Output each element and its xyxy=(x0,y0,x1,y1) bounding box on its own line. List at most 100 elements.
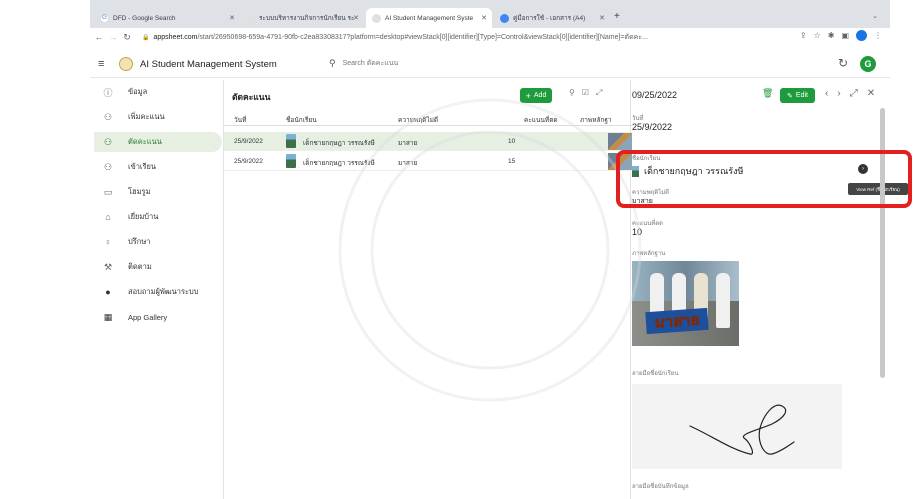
sidebar: ⓘ ข้อมูล ⚇ เพิ่มคะแนน ⚇ ตัดคะแนน ⚇ เข้าเ… xyxy=(90,79,222,499)
browser-tab-active[interactable]: AI Student Management Syste ✕ xyxy=(366,8,492,28)
close-icon[interactable]: ✕ xyxy=(353,14,359,22)
browser-toolbar: ← → ↻ 🔒 appsheet.com/start/26950698-659a… xyxy=(90,28,890,46)
student-photo xyxy=(286,134,296,148)
field-value-date: 25/9/2022 xyxy=(632,122,673,132)
highlight-annotation xyxy=(616,150,912,208)
extensions-icon[interactable]: ✱ xyxy=(828,31,835,40)
share-icon[interactable]: ⇪ xyxy=(800,31,807,40)
field-label: ลายมือชื่อนักเรียน xyxy=(632,371,679,377)
cell-behavior: มาสาย xyxy=(398,140,418,147)
bookmark-star-icon[interactable]: ☆ xyxy=(814,31,821,40)
cell-date: 25/9/2022 xyxy=(234,158,263,165)
tab-search-icon[interactable]: ▣ xyxy=(841,31,849,40)
scrollbar[interactable] xyxy=(880,108,885,378)
appsheet-icon xyxy=(372,13,381,23)
toolbar-actions: ⇪ ☆ ✱ ▣ ⋮ xyxy=(800,30,882,41)
column-header[interactable]: ภาพหลักฐา xyxy=(580,115,612,125)
info-circle-icon: ⓘ xyxy=(103,87,113,98)
sidebar-item-consult[interactable]: ♀ ปรึกษา xyxy=(94,232,222,252)
table-header: วันที่ ชื่อนักเรียน ความพฤติไม่ดี คะแนนท… xyxy=(224,112,632,126)
tab-title: ระบบบริหารงานกิจการนักเรียน ระ xyxy=(259,15,355,22)
person-add-icon: ⚇ xyxy=(103,111,113,122)
sidebar-item-label: ตัดคะแนน xyxy=(128,137,162,146)
chevron-right-icon[interactable]: › xyxy=(837,88,840,99)
url-path: /start/26950698-659a-4791-90fb-c2ea83308… xyxy=(197,33,648,41)
search-input[interactable]: ⚲ Search ตัดคะแนน xyxy=(329,58,398,69)
tab-title: DFD - Google Search xyxy=(113,14,176,22)
column-header[interactable]: ชื่อนักเรียน xyxy=(286,115,317,125)
sidebar-item-label: เยี่ยมบ้าน xyxy=(128,212,159,221)
more-menu-icon[interactable]: ⋮ xyxy=(874,31,882,40)
sidebar-item-label: เข้าเรียน xyxy=(128,162,157,171)
sidebar-item-home-visit[interactable]: ⌂ เยี่ยมบ้าน xyxy=(94,207,222,227)
tab-strip: G DFD - Google Search ✕ ระบบบริหารงานกิจ… xyxy=(90,0,890,28)
reload-icon[interactable]: ↻ xyxy=(120,32,134,43)
app-logo xyxy=(119,57,133,71)
sidebar-item-label: App Gallery xyxy=(128,312,168,322)
view-title: ตัดคะแนน xyxy=(232,92,271,102)
table-row[interactable]: 25/9/2022 เด็กชายกฤษฎา วรรณรังษี มาสาย 1… xyxy=(224,152,632,171)
browser-tab[interactable]: คู่มือการใช้ - เอกสาร (A4) ✕ xyxy=(494,8,610,28)
photo-caption-banner: มาสาย xyxy=(645,307,709,335)
browser-tab[interactable]: ระบบบริหารงานกิจการนักเรียน ระ ✕ xyxy=(240,8,364,28)
evidence-photo[interactable]: มาสาย xyxy=(632,261,739,346)
detail-nav: ‹ › ⤢ ✕ xyxy=(825,88,875,99)
forward-icon[interactable]: → xyxy=(106,32,120,42)
sidebar-item-contact-developer[interactable]: ● สอบถามผู้พัฒนาระบบ xyxy=(94,282,222,302)
sidebar-item-add-points[interactable]: ⚇ เพิ่มคะแนน xyxy=(94,107,222,127)
sidebar-item-info[interactable]: ⓘ ข้อมูล xyxy=(94,82,222,102)
classroom-icon: ▭ xyxy=(103,186,113,197)
close-icon[interactable]: ✕ xyxy=(481,14,487,22)
column-header[interactable]: วันที่ xyxy=(234,115,246,125)
address-bar[interactable]: 🔒 appsheet.com/start/26950698-659a-4791-… xyxy=(142,28,648,46)
evidence-thumbnail xyxy=(608,133,632,150)
edit-button[interactable]: ✎ Edit xyxy=(780,88,815,103)
follow-icon: ⚒ xyxy=(103,261,113,272)
chevron-left-icon[interactable]: ‹ xyxy=(825,88,828,99)
cell-behavior: มาสาย xyxy=(398,160,418,167)
google-icon: G xyxy=(100,13,109,23)
sidebar-item-app-gallery[interactable]: ▦ App Gallery xyxy=(94,307,222,327)
cell-student: เด็กชายกฤษฎา วรรณรังษี xyxy=(303,160,375,167)
grid-icon: ▦ xyxy=(103,311,113,322)
student-signature[interactable] xyxy=(632,384,842,469)
column-header[interactable]: คะแนนที่ตด xyxy=(524,115,558,125)
detail-title: 09/25/2022 xyxy=(632,90,678,100)
tab-title: AI Student Management Syste xyxy=(385,14,474,22)
search-placeholder: Search ตัดคะแนน xyxy=(342,60,399,67)
avatar[interactable]: G xyxy=(860,56,876,72)
view-actions: ⚲ ☑ ⤢ xyxy=(569,88,602,98)
table-row[interactable]: 25/9/2022 เด็กชายกฤษฎา วรรณรังษี มาสาย 1… xyxy=(224,132,632,151)
sidebar-item-label: ข้อมูล xyxy=(128,87,148,96)
sidebar-item-deduct-points[interactable]: ⚇ ตัดคะแนน xyxy=(94,132,222,152)
delete-icon[interactable]: 🗑 xyxy=(762,88,774,101)
browser-tab[interactable]: G DFD - Google Search ✕ xyxy=(94,8,240,28)
edit-button-label: Edit xyxy=(795,92,808,99)
expand-icon[interactable]: ⤢ xyxy=(596,88,602,98)
table-view: ตัดคะแนน + Add ⚲ ☑ ⤢ วันที่ ชื่อนักเรียน… xyxy=(223,80,632,499)
detail-view: 09/25/2022 🗑 ✎ Edit ‹ › ⤢ ✕ วันที่ 25/9/… xyxy=(632,80,908,499)
chevron-down-icon[interactable]: ⌄ xyxy=(872,12,878,20)
sync-icon[interactable]: ↻ xyxy=(838,56,848,70)
photo-figure xyxy=(716,273,730,328)
expand-icon[interactable]: ⤢ xyxy=(850,88,858,99)
filter-icon[interactable]: ⚲ xyxy=(569,88,575,98)
new-tab-icon[interactable]: + xyxy=(614,11,620,22)
field-label: ภาพหลักฐาน xyxy=(632,251,666,257)
home-visit-icon: ⌂ xyxy=(105,212,111,222)
field-label: ลายมือชื่อบันทึกข้อมูล xyxy=(632,484,689,490)
add-button[interactable]: + Add xyxy=(520,88,552,103)
close-icon[interactable]: ✕ xyxy=(229,14,235,22)
person-check-icon: ⚇ xyxy=(103,161,113,172)
select-icon[interactable]: ☑ xyxy=(582,88,589,98)
close-icon[interactable]: ✕ xyxy=(599,14,605,22)
sidebar-item-label: สอบถามผู้พัฒนาระบบ xyxy=(128,287,199,296)
column-header[interactable]: ความพฤติไม่ดี xyxy=(398,115,438,125)
close-icon[interactable]: ✕ xyxy=(867,88,875,99)
sidebar-item-follow[interactable]: ⚒ ติดตาม xyxy=(94,257,222,277)
back-icon[interactable]: ← xyxy=(92,32,106,42)
menu-icon[interactable]: ≡ xyxy=(98,58,104,70)
sidebar-item-homeroom[interactable]: ▭ โฮมรูม xyxy=(94,182,222,202)
profile-icon[interactable] xyxy=(856,30,867,41)
sidebar-item-attendance[interactable]: ⚇ เข้าเรียน xyxy=(94,157,222,177)
